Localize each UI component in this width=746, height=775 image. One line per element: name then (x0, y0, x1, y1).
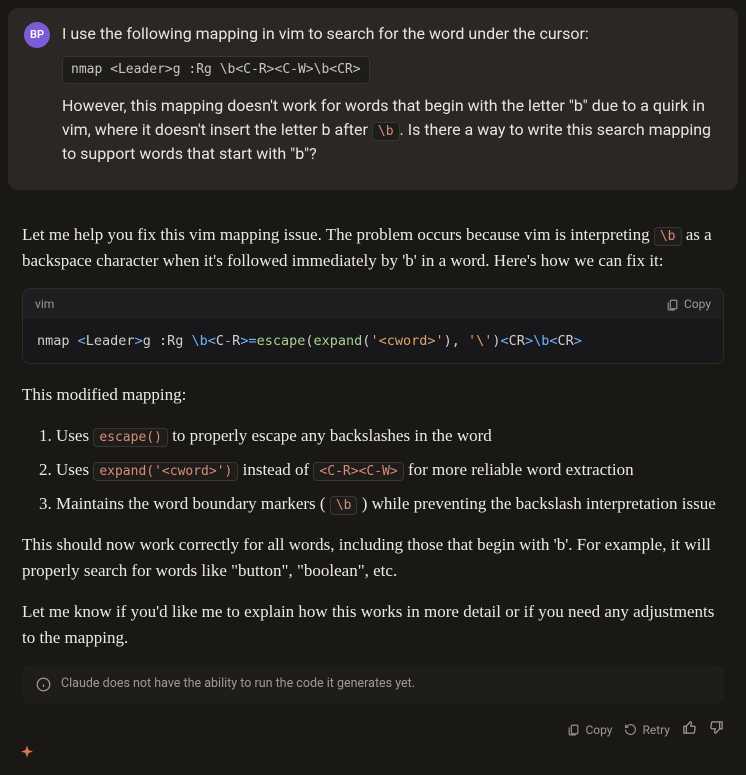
tok: nmap (37, 333, 78, 349)
paragraph-4: Let me know if you'd like me to explain … (22, 599, 724, 652)
list-item: Uses expand('<cword>') instead of <C-R><… (56, 457, 724, 483)
paragraph-3: This should now work correctly for all w… (22, 532, 724, 585)
code-block-header: vim Copy (23, 289, 723, 319)
code-body: nmap <Leader>g :Rg \b<C-R>=escape(expand… (23, 319, 723, 363)
inline-code: escape() (93, 428, 168, 447)
copy-code-button[interactable]: Copy (666, 295, 711, 313)
copy-label: Copy (585, 721, 612, 739)
text: Maintains the word boundary markers ( (56, 494, 330, 513)
user-line-1: I use the following mapping in vim to se… (62, 22, 722, 46)
tok: , (452, 333, 468, 349)
tok: CR (509, 333, 525, 349)
tok: < (501, 333, 509, 349)
text: for more reliable word extraction (404, 460, 634, 479)
explanation-list: Uses escape() to properly escape any bac… (40, 423, 724, 518)
tok: \b (191, 333, 207, 349)
inline-code: <C-R><C-W> (313, 462, 403, 481)
user-message-head: BP I use the following mapping in vim to… (24, 22, 722, 176)
paragraph-2: This modified mapping: (22, 382, 724, 408)
list-item: Uses escape() to properly escape any bac… (56, 423, 724, 449)
code-lang-label: vim (35, 295, 54, 313)
tok: Leader (86, 333, 135, 349)
tok: escape (257, 333, 306, 349)
clipboard-icon (666, 298, 679, 311)
code-block: vim Copy nmap <Leader>g :Rg \b<C-R>=esca… (22, 288, 724, 364)
tok: > (574, 333, 582, 349)
tok: - (224, 333, 232, 349)
thumbs-up-button[interactable] (682, 718, 697, 742)
code-run-notice: Claude does not have the ability to run … (22, 665, 724, 704)
text: Let me help you fix this vim mapping iss… (22, 225, 654, 244)
clipboard-icon (567, 723, 580, 736)
inline-code: \b (654, 227, 682, 246)
user-line-2: However, this mapping doesn't work for w… (62, 94, 722, 166)
tok: C (216, 333, 224, 349)
thumbs-down-icon (709, 720, 724, 735)
paragraph-1: Let me help you fix this vim mapping iss… (22, 222, 724, 275)
text: Uses (56, 460, 93, 479)
text: to properly escape any backslashes in th… (168, 426, 492, 445)
thumbs-down-button[interactable] (709, 718, 724, 742)
user-message: BP I use the following mapping in vim to… (8, 8, 738, 190)
sparkle-icon (18, 744, 36, 762)
tok: > (525, 333, 533, 349)
thumbs-up-icon (682, 720, 697, 735)
list-item: Maintains the word boundary markers ( \b… (56, 491, 724, 517)
inline-code: expand('<cword>') (93, 462, 238, 481)
avatar: BP (24, 22, 50, 48)
tok: expand (314, 333, 363, 349)
user-code-block: nmap <Leader>g :Rg \b<C-R><C-W>\b<CR> (62, 56, 370, 84)
tok: ) (492, 333, 500, 349)
tok: '<cword>' (370, 333, 443, 349)
info-icon (36, 677, 51, 692)
tok: ) (444, 333, 452, 349)
tok: > (135, 333, 143, 349)
tok: < (208, 333, 216, 349)
text: Uses (56, 426, 93, 445)
tok: \b (533, 333, 549, 349)
tok: g (143, 333, 159, 349)
tok: '\' (468, 333, 492, 349)
text: instead of (238, 460, 313, 479)
user-message-body: I use the following mapping in vim to se… (62, 22, 722, 176)
inline-code: \b (330, 496, 358, 515)
message-footer: Copy Retry (8, 710, 738, 742)
retry-icon (624, 723, 637, 736)
assistant-message: Let me help you fix this vim mapping iss… (8, 208, 738, 710)
tok: = (248, 333, 256, 349)
tok: ( (305, 333, 313, 349)
retry-label: Retry (642, 721, 670, 739)
text: ) while preventing the backslash interpr… (357, 494, 715, 513)
inline-code-b: \b (372, 122, 400, 141)
tok: < (78, 333, 86, 349)
tok: :Rg (159, 333, 192, 349)
notice-text: Claude does not have the ability to run … (61, 675, 415, 694)
copy-message-button[interactable]: Copy (567, 721, 612, 739)
copy-label: Copy (684, 295, 711, 313)
app-logo (18, 744, 36, 769)
retry-button[interactable]: Retry (624, 721, 670, 739)
tok: CR (557, 333, 573, 349)
